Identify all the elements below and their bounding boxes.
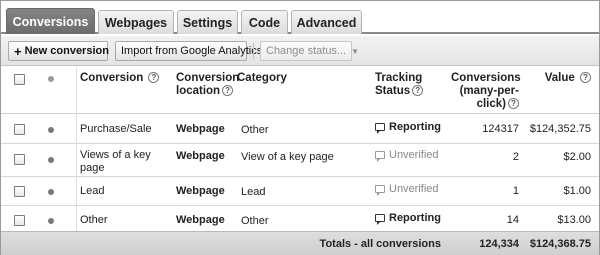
conversion-value: $13.00: [557, 214, 591, 226]
help-icon[interactable]: ?: [508, 98, 519, 110]
speech-bubble-icon: [375, 214, 385, 225]
col-conversions-line1: Conversions: [451, 72, 521, 84]
select-all-checkbox[interactable]: [14, 74, 25, 85]
conversions-count: 14: [506, 214, 519, 226]
conversion-value: $124,352.75: [529, 123, 591, 135]
tracking-status: Unverified: [375, 149, 439, 162]
col-conversion[interactable]: Conversion ?: [80, 72, 160, 85]
tracking-status-label: Unverified: [389, 149, 439, 161]
conversion-location: Webpage: [176, 214, 225, 226]
row-checkbox[interactable]: [14, 186, 25, 197]
col-location-line2: location: [176, 85, 221, 97]
column-divider: [76, 67, 77, 231]
help-icon[interactable]: ?: [412, 85, 424, 97]
tab-code[interactable]: Code: [241, 10, 288, 34]
help-icon[interactable]: ?: [148, 72, 160, 84]
conversions-panel: Conversions Webpages Settings Code Advan…: [0, 0, 600, 255]
table-header: Conversion ? Conversion location? Catego…: [1, 67, 599, 114]
conversion-category: View of a key page: [241, 151, 334, 163]
tab-settings[interactable]: Settings: [177, 10, 238, 34]
row-checkbox[interactable]: [14, 124, 25, 135]
conversion-value: $2.00: [563, 151, 591, 163]
row-checkbox[interactable]: [14, 215, 25, 226]
conversion-name[interactable]: Views of a key page: [80, 149, 151, 175]
tab-bar: Conversions Webpages Settings Code Advan…: [1, 1, 599, 34]
speech-bubble-icon: [375, 151, 385, 162]
col-conversions-line3: click): [476, 98, 506, 110]
tab-conversions[interactable]: Conversions: [6, 8, 95, 34]
conversion-category: Lead: [241, 186, 266, 198]
totals-label: Totals - all conversions: [319, 238, 441, 250]
help-icon[interactable]: ?: [222, 85, 234, 97]
speech-bubble-icon: [375, 185, 385, 196]
caret-down-icon: ▼: [351, 46, 360, 56]
conversion-name[interactable]: Other: [80, 214, 108, 227]
table-row[interactable]: Purchase/Sale Webpage Other Reporting 12…: [1, 115, 599, 144]
totals-conversions: 124,334: [479, 238, 519, 250]
tracking-status: Unverified: [375, 183, 439, 196]
tracking-status-label: Reporting: [389, 212, 441, 224]
status-dot-icon: [48, 157, 54, 163]
conversion-name-line1: Views of a key: [80, 149, 151, 161]
col-tracking-line1: Tracking: [375, 72, 423, 84]
status-dot-icon: [48, 127, 54, 133]
conversion-name[interactable]: Lead: [80, 185, 104, 198]
col-tracking-status[interactable]: Tracking Status?: [375, 72, 424, 98]
import-label: Import from Google Analytics: [121, 45, 263, 57]
col-conversion-location[interactable]: Conversion location?: [176, 72, 239, 98]
toolbar-divider: [253, 43, 254, 59]
conversion-name-line2: page: [80, 162, 105, 174]
col-tracking-line2: Status: [375, 85, 411, 97]
conversion-location: Webpage: [176, 185, 225, 197]
col-location-line1: Conversion: [176, 72, 240, 84]
col-value[interactable]: Value ?: [531, 72, 591, 85]
toolbar: + New conversion Import from Google Anal…: [1, 36, 599, 66]
tab-advanced[interactable]: Advanced: [291, 10, 362, 34]
table-row[interactable]: Views of a key page Webpage View of a ke…: [1, 145, 599, 177]
col-category-label: Category: [237, 72, 287, 84]
conversion-name[interactable]: Purchase/Sale: [80, 123, 152, 136]
conversions-count: 124317: [482, 123, 519, 135]
plus-icon: +: [14, 43, 22, 59]
change-status-label: Change status...: [266, 45, 347, 57]
conversion-value: $1.00: [563, 185, 591, 197]
speech-bubble-icon: [375, 123, 385, 134]
tracking-status-label: Unverified: [389, 183, 439, 195]
status-dot-icon: [48, 218, 54, 224]
conversions-count: 1: [512, 185, 519, 197]
col-category[interactable]: Category: [237, 72, 287, 85]
new-conversion-label: New conversion: [24, 45, 109, 57]
tracking-status: Reporting: [375, 121, 441, 134]
conversion-category: Other: [241, 215, 269, 227]
conversion-category: Other: [241, 124, 269, 136]
conversion-location: Webpage: [176, 150, 225, 162]
col-conversion-label: Conversion: [80, 72, 144, 84]
row-checkbox[interactable]: [14, 154, 25, 165]
tracking-status: Reporting: [375, 212, 441, 225]
conversion-location: Webpage: [176, 123, 225, 135]
totals-value: $124,368.75: [529, 238, 591, 250]
col-value-label: Value: [544, 72, 575, 84]
table-row[interactable]: Lead Webpage Lead Unverified 1 $1.00: [1, 178, 599, 206]
status-dot-icon: [48, 189, 54, 195]
tracking-status-label: Reporting: [389, 121, 441, 133]
col-conversions[interactable]: Conversions (many-per- click)?: [451, 72, 521, 111]
tab-webpages[interactable]: Webpages: [98, 10, 174, 34]
change-status-dropdown[interactable]: Change status... ▼: [260, 41, 359, 61]
import-google-analytics-button[interactable]: Import from Google Analytics: [115, 41, 262, 61]
table-row[interactable]: Other Webpage Other Reporting 14 $13.00: [1, 207, 599, 231]
help-icon[interactable]: ?: [580, 72, 591, 84]
col-conversions-line2: (many-per-: [459, 85, 519, 97]
status-dot-icon: [48, 76, 54, 82]
conversions-count: 2: [512, 151, 519, 163]
totals-row: Totals - all conversions 124,334 $124,36…: [1, 231, 599, 255]
new-conversion-button[interactable]: + New conversion: [8, 41, 109, 61]
